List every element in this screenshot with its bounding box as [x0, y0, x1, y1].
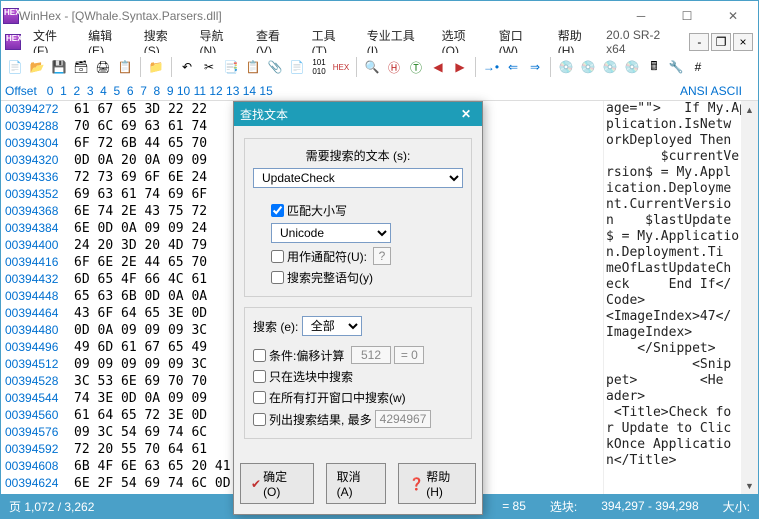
dialog-titlebar[interactable]: 查找文本 ✕	[234, 102, 482, 126]
cut-icon[interactable]: ✂	[199, 57, 219, 77]
disk2-icon[interactable]: 💿	[578, 57, 598, 77]
hex-header: Offset 0 1 2 3 4 5 6 7 8 9 10 11 12 13 1…	[1, 81, 758, 101]
props-icon[interactable]: 📋	[115, 57, 135, 77]
ascii-pane[interactable]: age=""> If My.Ap plication.IsNetw orkDep…	[603, 101, 741, 494]
folder-icon[interactable]: 📁	[146, 57, 166, 77]
list-results-label: 列出搜索结果, 最多	[269, 411, 372, 428]
ok-button[interactable]: ✔确定(O)	[240, 463, 314, 504]
doc-icon: HEX	[5, 34, 21, 50]
wildcard-char-box[interactable]: ?	[373, 247, 391, 265]
hash-icon[interactable]: #	[688, 57, 708, 77]
saveall-icon[interactable]: 🗃	[71, 57, 91, 77]
back-icon[interactable]: ⇐	[503, 57, 523, 77]
cancel-button[interactable]: 取消(A)	[326, 463, 387, 504]
cond-divisor-box[interactable]: 512	[351, 346, 391, 364]
mdi-close-button[interactable]: ×	[733, 33, 753, 51]
status-sel-label: 选块:	[550, 498, 577, 515]
help-button[interactable]: ❓帮助(H)	[398, 463, 476, 504]
find-text-dialog: 查找文本 ✕ 需要搜索的文本 (s): UpdateCheck 匹配大小写 Un…	[233, 101, 483, 515]
app-icon: HEX	[3, 8, 19, 24]
scroll-down-icon[interactable]: ▼	[742, 478, 757, 493]
scroll-up-icon[interactable]: ▲	[742, 102, 757, 117]
dialog-close-icon[interactable]: ✕	[456, 107, 476, 121]
fwd-icon[interactable]: ⇒	[525, 57, 545, 77]
search-text-input[interactable]: UpdateCheck	[253, 168, 463, 188]
disk1-icon[interactable]: 💿	[556, 57, 576, 77]
status-page: 页 1,072 / 3,262	[9, 498, 94, 515]
mdi-min-button[interactable]: -	[689, 33, 709, 51]
dialog-title: 查找文本	[240, 106, 288, 123]
cond-offset-checkbox[interactable]	[253, 349, 266, 362]
toolbar: 📄 📂 💾 🗃 🖨 📋 📁 ↶ ✂ 📑 📋 📎 📄 101010 HEX 🔍 Ⓗ…	[1, 53, 758, 81]
wildcards-label: 用作通配符(U):	[287, 248, 367, 265]
findnext-icon[interactable]: ▶	[450, 57, 470, 77]
match-case-label: 匹配大小写	[287, 202, 347, 219]
cond-remainder-box[interactable]: = 0	[394, 346, 424, 364]
match-case-checkbox[interactable]	[271, 204, 284, 217]
all-windows-checkbox[interactable]	[253, 391, 266, 404]
version-label: 20.0 SR-2 x64	[606, 28, 682, 56]
new-icon[interactable]: 📄	[5, 57, 25, 77]
all-windows-label: 在所有打开窗口中搜索(w)	[269, 389, 406, 406]
copyhex-icon[interactable]: 📄	[287, 57, 307, 77]
search-text-label: 需要搜索的文本 (s):	[306, 147, 411, 164]
wildcards-checkbox[interactable]	[271, 250, 284, 263]
window-title: WinHex - [QWhale.Syntax.Parsers.dll]	[19, 9, 618, 23]
minimize-button[interactable]: ─	[618, 1, 664, 31]
tool-icon[interactable]: 🔧	[666, 57, 686, 77]
find-icon[interactable]: 🔍	[362, 57, 382, 77]
cond-offset-label: 条件:偏移计算	[269, 347, 344, 364]
status-size-label: 大小:	[723, 498, 750, 515]
status-val: = 85	[502, 499, 526, 513]
vertical-scrollbar[interactable]: ▲ ▼	[741, 101, 758, 494]
whole-sentence-checkbox[interactable]	[271, 271, 284, 284]
whole-sentence-label: 搜索完整语句(y)	[287, 269, 373, 286]
goto-icon[interactable]: →•	[481, 57, 501, 77]
menu-bar: HEX 文件(F) 编辑(E) 搜索(S) 导航(N) 查看(V) 工具(T) …	[1, 31, 758, 53]
findhex-icon[interactable]: Ⓗ	[384, 57, 404, 77]
scope-select[interactable]: 全部	[302, 316, 362, 336]
mdi-restore-button[interactable]: ❐	[711, 33, 731, 51]
clip-icon[interactable]: 📎	[265, 57, 285, 77]
list-results-checkbox[interactable]	[253, 413, 266, 426]
calc-icon[interactable]: 🖩	[644, 57, 664, 77]
maximize-button[interactable]: ☐	[664, 1, 710, 31]
print-icon[interactable]: 🖨	[93, 57, 113, 77]
hex-icon[interactable]: HEX	[331, 57, 351, 77]
scope-label: 搜索 (e):	[253, 318, 298, 335]
status-sel-range: 394,297 - 394,298	[601, 499, 698, 513]
encoding-select[interactable]: Unicode	[271, 223, 391, 243]
disk3-icon[interactable]: 💿	[600, 57, 620, 77]
open-icon[interactable]: 📂	[27, 57, 47, 77]
list-max-box[interactable]: 4294967	[375, 410, 431, 428]
close-button[interactable]: ✕	[710, 1, 756, 31]
paste-icon[interactable]: 📋	[243, 57, 263, 77]
only-block-checkbox[interactable]	[253, 370, 266, 383]
save-icon[interactable]: 💾	[49, 57, 69, 77]
disk4-icon[interactable]: 💿	[622, 57, 642, 77]
findprev-icon[interactable]: ◀	[428, 57, 448, 77]
copy-icon[interactable]: 📑	[221, 57, 241, 77]
findtext-icon[interactable]: Ⓣ	[406, 57, 426, 77]
bits-icon[interactable]: 101010	[309, 57, 329, 77]
only-block-label: 只在选块中搜索	[269, 368, 353, 385]
undo-icon[interactable]: ↶	[177, 57, 197, 77]
